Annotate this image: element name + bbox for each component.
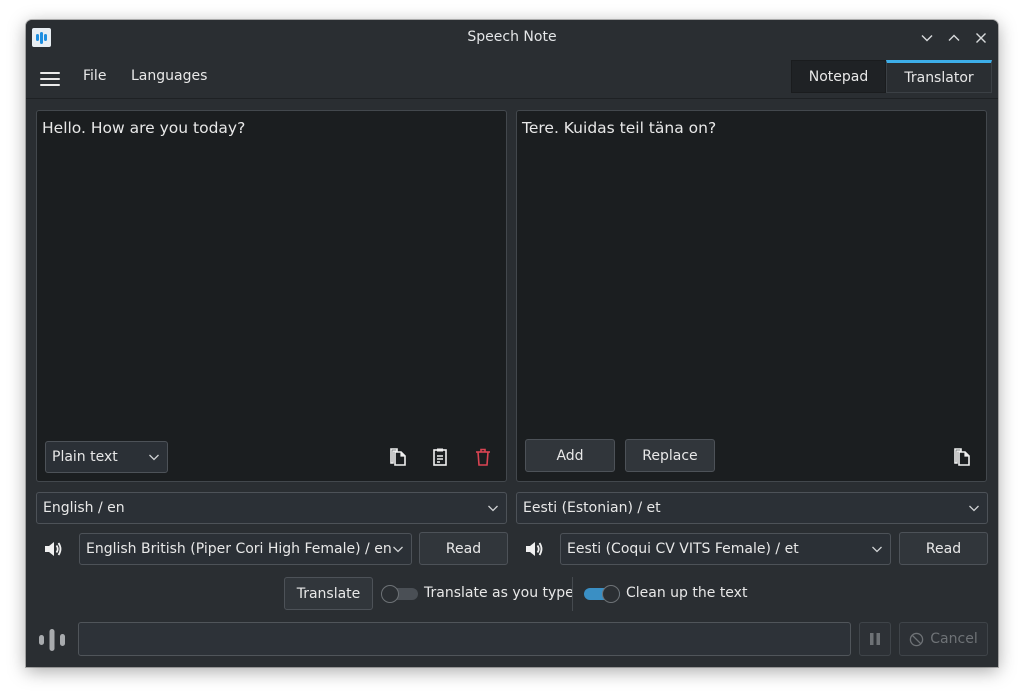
copy-icon: [390, 448, 406, 466]
cancel-icon: [910, 632, 924, 646]
chevron-down-icon: [921, 35, 933, 42]
cancel-button[interactable]: Cancel: [899, 622, 988, 656]
translate-button[interactable]: Translate: [284, 577, 373, 610]
add-button[interactable]: Add: [525, 439, 615, 472]
clean-up-text-toggle[interactable]: [583, 585, 621, 603]
chevron-down-icon: [149, 454, 159, 461]
source-voice-select[interactable]: English British (Piper Cori High Female)…: [79, 533, 412, 565]
translate-as-you-type-toggle[interactable]: [381, 585, 419, 603]
chevron-down-icon: [872, 546, 882, 553]
pause-icon: [870, 633, 880, 645]
translate-as-you-type-label: Translate as you type: [424, 585, 574, 601]
close-icon: [976, 33, 986, 43]
tab-translator[interactable]: Translator: [886, 60, 992, 93]
translated-text[interactable]: Tere. Kuidas teil täna on?: [522, 119, 716, 137]
pause-button[interactable]: [859, 622, 891, 656]
copy-icon: [954, 448, 970, 466]
hamburger-menu-button[interactable]: [40, 69, 60, 87]
mode-tabs: Notepad Translator: [791, 60, 992, 93]
source-text-area[interactable]: Hello. How are you today? Plain text: [36, 110, 507, 482]
divider: [26, 98, 998, 99]
chevron-down-icon: [488, 505, 498, 512]
divider: [572, 577, 573, 611]
title-bar: Speech Note: [26, 20, 998, 56]
app-window: Speech Note File Languages Notepad Trans…: [26, 20, 998, 667]
hamburger-line: [40, 78, 60, 80]
clean-up-text-label: Clean up the text: [626, 585, 748, 601]
copy-source-button[interactable]: [387, 446, 409, 468]
source-language-select[interactable]: English / en: [36, 492, 507, 524]
toggle-knob: [602, 585, 620, 603]
paste-button[interactable]: [429, 446, 451, 468]
clear-button[interactable]: [472, 446, 494, 468]
minimize-button[interactable]: [917, 28, 937, 48]
toggle-knob: [381, 585, 399, 603]
text-format-select[interactable]: Plain text: [45, 441, 168, 473]
translated-text-area[interactable]: Tere. Kuidas teil täna on? Add Replace: [516, 110, 987, 482]
menu-languages[interactable]: Languages: [131, 68, 207, 84]
trash-icon: [476, 448, 490, 466]
close-button[interactable]: [971, 28, 991, 48]
speaker-icon: [526, 542, 543, 556]
clipboard-icon: [433, 448, 447, 466]
source-language-value: English / en: [43, 500, 125, 516]
microphone-wave-icon: [39, 629, 65, 651]
copy-translation-button[interactable]: [951, 446, 973, 468]
source-voice-value: English British (Piper Cori High Female)…: [86, 541, 392, 557]
read-target-button[interactable]: Read: [899, 532, 988, 565]
maximize-button[interactable]: [944, 28, 964, 48]
hamburger-line: [40, 84, 60, 86]
chevron-up-icon: [948, 34, 960, 41]
target-voice-select[interactable]: Eesti (Coqui CV VITS Female) / et: [560, 533, 891, 565]
speaker-icon: [45, 542, 62, 556]
read-source-button[interactable]: Read: [419, 532, 508, 565]
window-title: Speech Note: [467, 29, 557, 45]
status-input[interactable]: [78, 622, 851, 656]
target-voice-value: Eesti (Coqui CV VITS Female) / et: [567, 541, 799, 557]
target-language-select[interactable]: Eesti (Estonian) / et: [516, 492, 988, 524]
target-language-value: Eesti (Estonian) / et: [523, 500, 661, 516]
replace-button[interactable]: Replace: [625, 439, 715, 472]
tab-notepad[interactable]: Notepad: [791, 60, 886, 93]
hamburger-menu-icon: [40, 72, 60, 74]
menu-file[interactable]: File: [83, 68, 106, 84]
text-format-value: Plain text: [52, 449, 118, 465]
chevron-down-icon: [393, 546, 403, 553]
chevron-down-icon: [969, 505, 979, 512]
cancel-label: Cancel: [930, 631, 978, 647]
source-text[interactable]: Hello. How are you today?: [42, 119, 245, 137]
